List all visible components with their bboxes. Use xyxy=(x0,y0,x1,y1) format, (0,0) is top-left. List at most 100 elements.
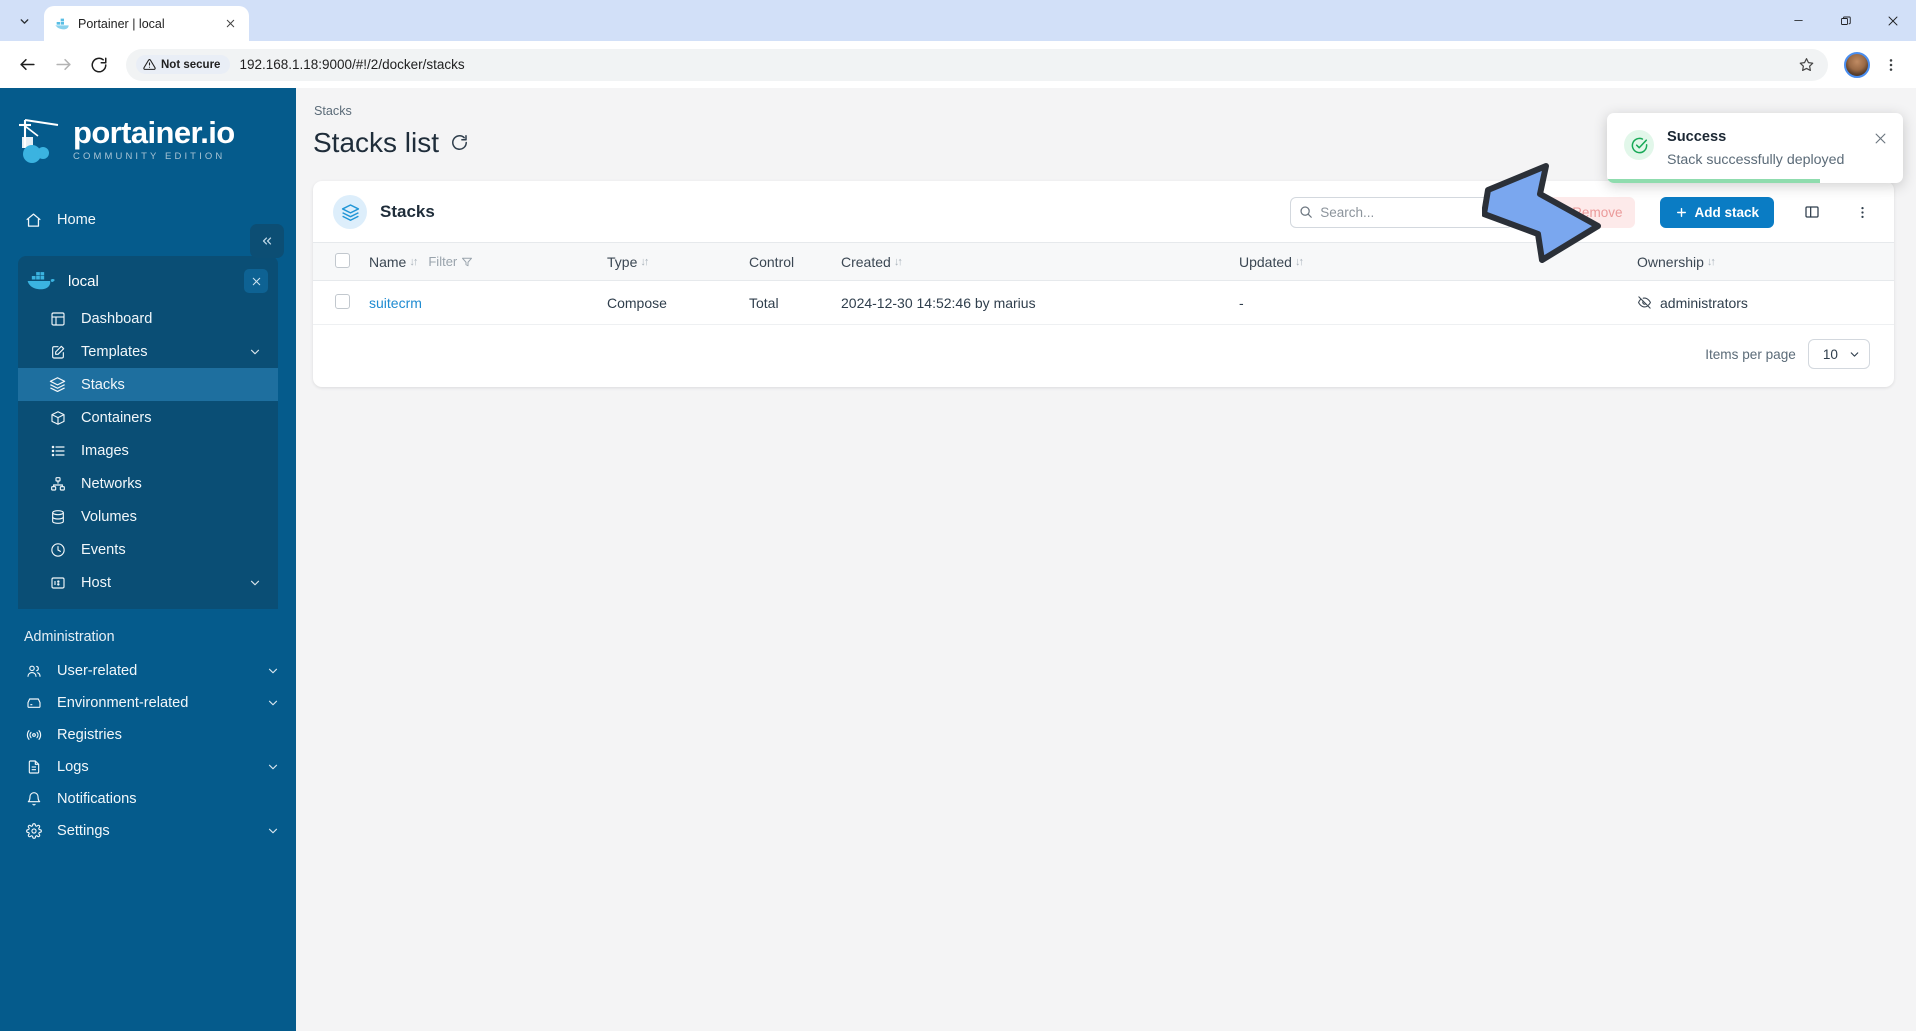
column-label: Updated xyxy=(1239,253,1292,270)
sidebar-item-label: Host xyxy=(81,574,112,591)
environment-name: local xyxy=(68,272,99,290)
networks-icon xyxy=(48,474,67,493)
browser-tab[interactable]: Portainer | local xyxy=(44,6,249,41)
sidebar-item-volumes[interactable]: Volumes xyxy=(18,500,278,533)
add-stack-button[interactable]: Add stack xyxy=(1660,196,1774,228)
sidebar-item-label: User-related xyxy=(57,663,138,679)
sidebar-item-user-related[interactable]: User-related xyxy=(0,655,296,687)
column-header-name[interactable]: Name ↓↑ Filter xyxy=(369,242,607,281)
search-box[interactable] xyxy=(1290,196,1516,228)
stack-name-link[interactable]: suitecrm xyxy=(369,295,422,311)
chevron-down-icon[interactable] xyxy=(266,760,280,774)
column-header-type[interactable]: Type ↓↑ xyxy=(607,242,749,281)
column-header-ownership[interactable]: Ownership ↓↑ xyxy=(1637,242,1894,281)
environment-header[interactable]: local xyxy=(18,264,278,298)
arrow-left-icon[interactable] xyxy=(10,48,44,82)
sidebar-item-dashboard[interactable]: Dashboard xyxy=(18,302,278,335)
arrow-right-icon[interactable] xyxy=(46,48,80,82)
sidebar-item-notifications[interactable]: Notifications xyxy=(0,783,296,815)
sidebar-item-environment-related[interactable]: Environment-related xyxy=(0,687,296,719)
sidebar-item-containers[interactable]: Containers xyxy=(18,401,278,434)
column-header-updated[interactable]: Updated ↓↑ xyxy=(1239,242,1637,281)
items-per-page-value: 10 xyxy=(1822,346,1838,362)
sidebar-item-registries[interactable]: Registries xyxy=(0,719,296,751)
gear-icon xyxy=(24,822,43,841)
select-all-checkbox[interactable] xyxy=(335,252,350,268)
sidebar-item-stacks[interactable]: Stacks xyxy=(18,368,278,401)
close-icon[interactable] xyxy=(1873,131,1889,147)
logo-subtitle: COMMUNITY EDITION xyxy=(73,150,226,162)
sort-arrows-icon: ↓↑ xyxy=(893,255,903,268)
environment-block: local Dashboard Templates Stacks Contain… xyxy=(18,256,278,609)
items-per-page-label: Items per page xyxy=(1705,346,1796,362)
pagination: Items per page 10 xyxy=(313,325,1894,387)
sidebar-item-label: Containers xyxy=(81,409,152,426)
sidebar-item-networks[interactable]: Networks xyxy=(18,467,278,500)
sidebar-item-label: Templates xyxy=(81,343,148,360)
sort-arrows-icon: ↓↑ xyxy=(1294,255,1304,268)
images-icon xyxy=(48,441,67,460)
tab-strip: Portainer | local xyxy=(0,0,1916,41)
star-icon[interactable] xyxy=(1792,51,1820,79)
toast-message: Stack successfully deployed xyxy=(1667,152,1845,168)
filter-control[interactable]: Filter xyxy=(428,254,473,269)
environment-nav: Dashboard Templates Stacks Containers Im… xyxy=(18,302,278,599)
security-indicator[interactable]: Not secure xyxy=(136,55,231,74)
sort-arrows-icon: ↓↑ xyxy=(409,255,418,268)
table-row[interactable]: suitecrm Compose Total 2024-12-30 14:52:… xyxy=(313,280,1894,325)
close-icon[interactable] xyxy=(1504,205,1518,219)
address-bar[interactable]: Not secure 192.168.1.18:9000/#!/2/docker… xyxy=(126,48,1828,81)
tab-search-button[interactable] xyxy=(6,5,42,37)
window-controls xyxy=(1775,0,1916,41)
kebab-menu-icon[interactable] xyxy=(1850,200,1874,224)
chevron-down-icon xyxy=(1850,351,1859,357)
column-label: Ownership xyxy=(1637,253,1704,270)
portainer-logo[interactable]: portainer.io COMMUNITY EDITION xyxy=(0,88,296,184)
remove-button[interactable]: Remove xyxy=(1540,196,1636,228)
container-icon xyxy=(48,408,67,427)
minimize-icon[interactable] xyxy=(1775,0,1822,41)
chevron-down-icon[interactable] xyxy=(266,664,280,678)
chevron-down-icon[interactable] xyxy=(266,696,280,710)
sidebar-item-events[interactable]: Events xyxy=(18,533,278,566)
chevron-down-icon[interactable] xyxy=(266,824,280,838)
home-icon xyxy=(24,211,43,230)
close-icon[interactable] xyxy=(1869,0,1916,41)
users-icon xyxy=(24,662,43,681)
avatar[interactable] xyxy=(1844,51,1870,78)
sidebar-item-label: Home xyxy=(57,212,96,228)
environment-icon xyxy=(24,694,43,713)
select-all-header xyxy=(313,242,369,281)
sidebar-item-home[interactable]: Home xyxy=(0,204,296,236)
sidebar-item-host[interactable]: Host xyxy=(18,566,278,599)
plus-icon xyxy=(1677,207,1687,217)
chevron-down-icon[interactable] xyxy=(248,576,262,590)
close-icon[interactable] xyxy=(244,269,268,293)
page-viewport: portainer.io COMMUNITY EDITION Home loca… xyxy=(0,88,1916,1031)
sidebar-item-logs[interactable]: Logs xyxy=(0,751,296,783)
columns-layout-icon[interactable] xyxy=(1800,200,1824,224)
chevron-down-icon[interactable] xyxy=(248,345,262,359)
reload-icon[interactable] xyxy=(82,48,116,82)
volumes-icon xyxy=(48,507,67,526)
sidebar-item-templates[interactable]: Templates xyxy=(18,335,278,368)
template-icon xyxy=(48,342,67,361)
search-input[interactable] xyxy=(1320,204,1498,220)
cell-updated: - xyxy=(1239,280,1637,325)
kebab-menu-icon[interactable] xyxy=(1876,50,1906,80)
check-circle-icon xyxy=(1624,130,1654,160)
restore-icon[interactable] xyxy=(1822,0,1869,41)
sidebar-item-label: Dashboard xyxy=(81,310,153,327)
refresh-icon[interactable] xyxy=(450,133,470,153)
sidebar-item-settings[interactable]: Settings xyxy=(0,815,296,847)
sort-arrows-icon: ↓↑ xyxy=(1706,255,1716,268)
search-icon xyxy=(1299,205,1313,219)
sidebar-item-images[interactable]: Images xyxy=(18,434,278,467)
row-checkbox[interactable] xyxy=(335,293,350,309)
items-per-page-select[interactable]: 10 xyxy=(1807,339,1870,369)
toast-title: Success xyxy=(1667,129,1727,145)
close-icon[interactable] xyxy=(220,14,240,34)
stacks-card: Stacks Remove xyxy=(313,181,1894,387)
column-header-created[interactable]: Created ↓↑ xyxy=(841,242,1239,281)
logo-wordmark: portainer.io xyxy=(73,114,235,150)
